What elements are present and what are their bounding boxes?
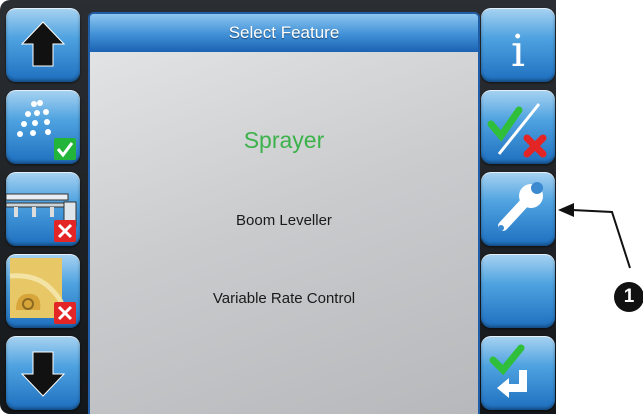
callout-arrow bbox=[558, 203, 631, 269]
callout-number: 1 bbox=[614, 282, 643, 312]
